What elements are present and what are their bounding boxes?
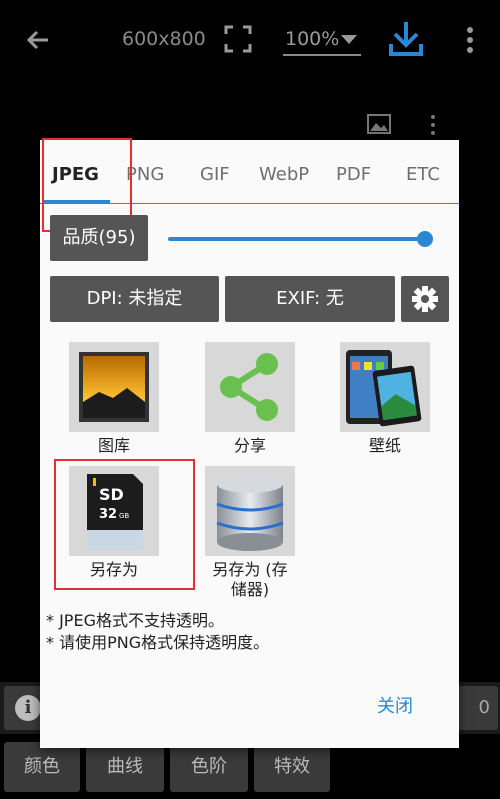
tool-curves-button[interactable]: 曲线 bbox=[86, 742, 164, 792]
storage-icon bbox=[205, 466, 295, 556]
tab-gif[interactable]: GIF bbox=[200, 164, 230, 185]
dropdown-caret-icon bbox=[341, 35, 357, 44]
info-icon: i bbox=[15, 695, 41, 721]
tool-levels-button[interactable]: 色阶 bbox=[170, 742, 248, 792]
image-icon[interactable] bbox=[367, 114, 391, 134]
share-icon bbox=[205, 342, 295, 432]
gear-icon bbox=[412, 286, 438, 312]
zoom-value: 100% bbox=[285, 28, 340, 50]
save-to-storage-label: 另存为 (存储器) bbox=[212, 560, 288, 599]
more-vert-icon[interactable] bbox=[460, 24, 480, 56]
quality-slider-handle[interactable] bbox=[417, 231, 433, 247]
image-more-icon[interactable] bbox=[426, 114, 440, 136]
image-dimensions: 600x800 bbox=[122, 28, 206, 50]
download-icon[interactable] bbox=[388, 20, 424, 58]
note-use-png: * 请使用PNG格式保持透明度。 bbox=[46, 633, 270, 652]
share-label: 分享 bbox=[233, 436, 266, 455]
exif-button[interactable]: EXIF: 无 bbox=[225, 276, 395, 322]
back-arrow-icon[interactable] bbox=[22, 24, 54, 56]
wallpaper-icon bbox=[340, 342, 430, 432]
tool-color-button[interactable]: 颜色 bbox=[4, 742, 80, 792]
dpi-button[interactable]: DPI: 未指定 bbox=[50, 276, 219, 322]
right-count: 0 bbox=[478, 697, 490, 718]
wallpaper-label: 壁纸 bbox=[368, 436, 401, 455]
top-app-bar: 600x800 100% bbox=[0, 0, 500, 80]
gallery-icon bbox=[69, 342, 159, 432]
right-counter-button[interactable]: 0 bbox=[458, 686, 498, 730]
save-format-dialog: JPEG PNG GIF WebP PDF ETC 品质(95) DPI: 未指… bbox=[40, 138, 459, 748]
settings-button[interactable] bbox=[401, 276, 449, 322]
tab-etc[interactable]: ETC bbox=[406, 164, 440, 185]
gallery-label: 图库 bbox=[97, 436, 130, 455]
save-to-storage-action[interactable]: 另存为 (存储器) bbox=[205, 466, 295, 600]
wallpaper-action[interactable]: 壁纸 bbox=[340, 342, 430, 456]
tab-pdf[interactable]: PDF bbox=[336, 164, 371, 185]
zoom-dropdown[interactable]: 100% bbox=[283, 24, 361, 56]
share-action[interactable]: 分享 bbox=[205, 342, 295, 456]
fit-screen-icon[interactable] bbox=[224, 25, 252, 53]
tool-effects-button[interactable]: 特效 bbox=[254, 742, 330, 792]
highlight-save-as bbox=[54, 459, 195, 590]
quality-slider[interactable] bbox=[168, 237, 426, 241]
gallery-action[interactable]: 图库 bbox=[69, 342, 159, 456]
note-transparency: * JPEG格式不支持透明。 bbox=[46, 611, 224, 630]
tab-webp[interactable]: WebP bbox=[259, 164, 309, 185]
format-notes: * JPEG格式不支持透明。 * 请使用PNG格式保持透明度。 bbox=[46, 610, 269, 654]
close-button[interactable]: 关闭 bbox=[377, 692, 413, 718]
quality-label: 品质(95) bbox=[50, 215, 148, 261]
